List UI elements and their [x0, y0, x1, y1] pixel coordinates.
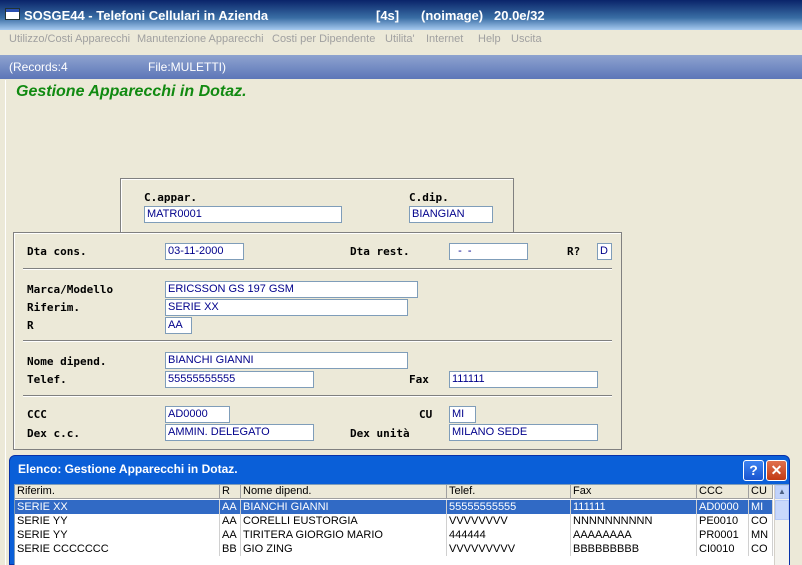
cell-telef: 55555555555 — [447, 500, 571, 514]
cell-nome: GIO ZING — [241, 542, 447, 556]
ccc-field[interactable]: AD0000 — [165, 406, 230, 423]
c-dip-label: C.dip. — [409, 191, 449, 204]
popup-title: Elenco: Gestione Apparecchi in Dotaz. — [18, 462, 238, 476]
table-row[interactable]: SERIE XX AA BIANCHI GIANNI 55555555555 1… — [15, 500, 773, 514]
menu-utilizzo-costi[interactable]: Utilizzo/Costi Apparecchi — [9, 33, 130, 45]
table-row[interactable]: SERIE YY AA TIRITERA GIORGIO MARIO 44444… — [15, 528, 773, 542]
r-question-field[interactable]: D — [597, 243, 612, 260]
table-row[interactable]: SERIE CCCCCCC BB GIO ZING VVVVVVVVV BBBB… — [15, 542, 773, 556]
dex-cc-field[interactable]: AMMIN. DELEGATO — [165, 424, 314, 441]
cell-r: BB — [220, 542, 241, 556]
cell-r: AA — [220, 528, 241, 542]
window-timer: [4s] — [376, 8, 400, 23]
column-header-cu[interactable]: CU — [749, 485, 773, 499]
cell-telef: 444444 — [447, 528, 571, 542]
fax-field[interactable]: 111111 — [449, 371, 598, 388]
close-button[interactable]: ✕ — [766, 460, 787, 481]
cell-fax: NNNNNNNNNN — [571, 514, 697, 528]
c-appar-label: C.appar. — [144, 191, 197, 204]
cell-riferim: SERIE XX — [15, 500, 220, 514]
window-version: 20.0e/32 — [494, 8, 545, 23]
page-title: Gestione Apparecchi in Dotaz. — [16, 83, 247, 100]
nome-dipend-field[interactable]: BIANCHI GIANNI — [165, 352, 408, 369]
menu-help[interactable]: Help — [478, 33, 501, 45]
cell-cu: MN — [749, 528, 773, 542]
cell-nome: TIRITERA GIORGIO MARIO — [241, 528, 447, 542]
cell-nome: BIANCHI GIANNI — [241, 500, 447, 514]
fax-label: Fax — [409, 373, 429, 386]
marca-modello-field[interactable]: ERICSSON GS 197 GSM — [165, 281, 418, 298]
riferim-label: Riferim. — [27, 301, 80, 314]
cell-r: AA — [220, 514, 241, 528]
cell-ccc: PR0001 — [697, 528, 749, 542]
menu-internet[interactable]: Internet — [426, 33, 463, 45]
cell-cu: MI — [749, 500, 773, 514]
menu-costi-dipendente[interactable]: Costi per Dipendente — [272, 33, 375, 45]
column-header-ccc[interactable]: CCC — [697, 485, 749, 499]
dex-cc-label: Dex c.c. — [27, 427, 80, 440]
scroll-thumb[interactable] — [775, 500, 789, 520]
telef-label: Telef. — [27, 373, 67, 386]
app-window-icon[interactable] — [5, 8, 20, 20]
cell-telef: VVVVVVVVV — [447, 542, 571, 556]
cu-field[interactable]: MI — [449, 406, 476, 423]
records-status-bar: (Records:4 File:MULETTI) — [0, 55, 802, 79]
elenco-popup-window: Elenco: Gestione Apparecchi in Dotaz. ? … — [9, 455, 790, 565]
window-titlebar[interactable]: SOSGE44 - Telefoni Cellulari in Azienda … — [0, 0, 802, 30]
menu-bar: Utilizzo/Costi Apparecchi Manutenzione A… — [0, 30, 802, 50]
separator — [23, 340, 612, 342]
dta-rest-label: Dta rest. — [350, 245, 410, 258]
separator — [23, 268, 612, 270]
cu-label: CU — [419, 408, 433, 421]
help-button[interactable]: ? — [743, 460, 764, 481]
cell-cu: CO — [749, 542, 773, 556]
file-name: File:MULETTI) — [148, 60, 226, 74]
vertical-scrollbar[interactable]: ▲ — [774, 485, 789, 565]
menu-uscita[interactable]: Uscita — [511, 33, 542, 45]
cell-ccc: AD0000 — [697, 500, 749, 514]
column-header-r[interactable]: R — [220, 485, 241, 499]
grid-header: Riferim. R Nome dipend. Telef. Fax CCC C… — [15, 485, 773, 499]
cell-telef: VVVVVVVV — [447, 514, 571, 528]
separator — [23, 395, 612, 397]
window-image-status: (noimage) — [421, 8, 484, 23]
column-header-riferim[interactable]: Riferim. — [15, 485, 220, 499]
cell-ccc: CI0010 — [697, 542, 749, 556]
column-header-nome[interactable]: Nome dipend. — [241, 485, 447, 499]
cell-ccc: PE0010 — [697, 514, 749, 528]
riferim-field[interactable]: SERIE XX — [165, 299, 408, 316]
dta-rest-field[interactable]: - - — [449, 243, 528, 260]
records-count: (Records:4 — [9, 60, 68, 74]
r-field[interactable]: AA — [165, 317, 192, 334]
telef-field[interactable]: 55555555555 — [165, 371, 314, 388]
cell-fax: 111111 — [571, 500, 697, 514]
dta-cons-field[interactable]: 03-11-2000 — [165, 243, 244, 260]
r-label: R — [27, 319, 34, 332]
c-appar-field[interactable]: MATR0001 — [144, 206, 342, 223]
records-grid: Riferim. R Nome dipend. Telef. Fax CCC C… — [14, 484, 789, 565]
marca-modello-label: Marca/Modello — [27, 283, 114, 296]
ccc-label: CCC — [27, 408, 47, 421]
column-header-telef[interactable]: Telef. — [447, 485, 571, 499]
cell-r: AA — [220, 500, 241, 514]
scroll-up-icon[interactable]: ▲ — [775, 485, 789, 499]
cell-riferim: SERIE YY — [15, 528, 220, 542]
cell-riferim: SERIE YY — [15, 514, 220, 528]
dex-unita-field[interactable]: MILANO SEDE — [449, 424, 598, 441]
cell-riferim: SERIE CCCCCCC — [15, 542, 220, 556]
menu-utilita[interactable]: Utilita' — [385, 33, 415, 45]
menu-manutenzione[interactable]: Manutenzione Apparecchi — [137, 33, 264, 45]
dta-cons-label: Dta cons. — [27, 245, 87, 258]
c-dip-field[interactable]: BIANGIAN — [409, 206, 493, 223]
dex-unita-label: Dex unità — [350, 427, 410, 440]
cell-nome: CORELLI EUSTORGIA — [241, 514, 447, 528]
window-title: SOSGE44 - Telefoni Cellulari in Azienda — [24, 8, 269, 23]
cell-fax: AAAAAAAA — [571, 528, 697, 542]
r-question-label: R? — [567, 245, 581, 258]
column-header-fax[interactable]: Fax — [571, 485, 697, 499]
cell-fax: BBBBBBBBB — [571, 542, 697, 556]
table-row[interactable]: SERIE YY AA CORELLI EUSTORGIA VVVVVVVV N… — [15, 514, 773, 528]
cell-cu: CO — [749, 514, 773, 528]
nome-dipend-label: Nome dipend. — [27, 355, 107, 368]
